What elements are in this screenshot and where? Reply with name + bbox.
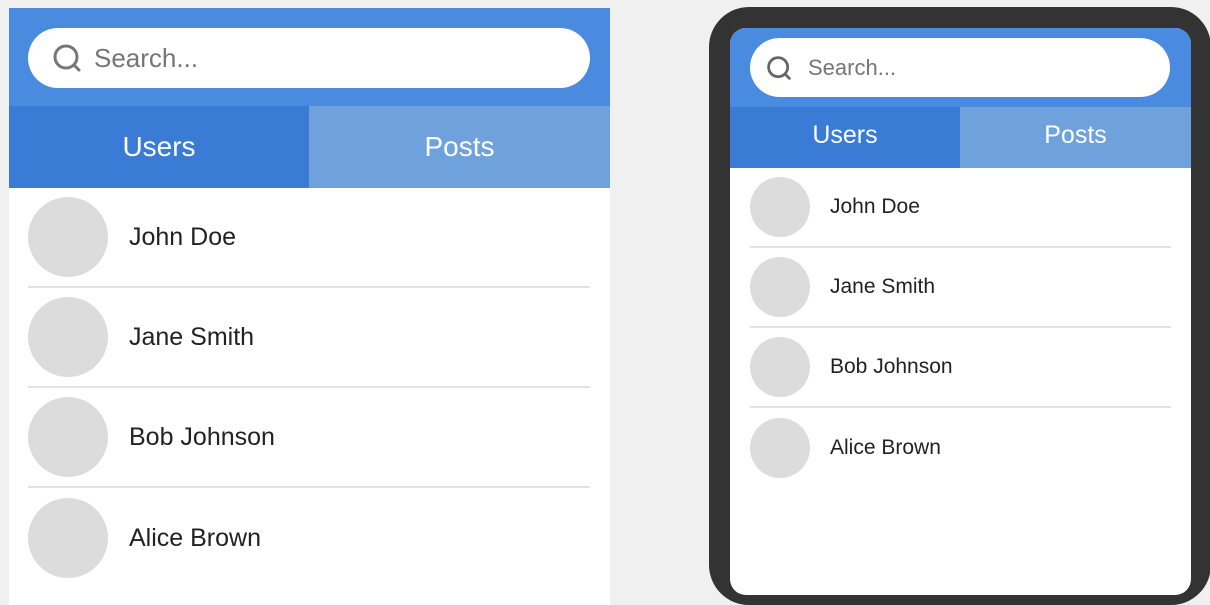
search-input[interactable] [808,54,1148,81]
user-name: Jane Smith [129,322,255,351]
list-item[interactable]: John Doe [28,188,590,288]
user-name: Jane Smith [830,275,936,298]
avatar [28,397,108,477]
phone-screen: Users Posts John Doe Jane Smith Bob John… [730,28,1191,595]
list-item[interactable]: Bob Johnson [750,328,1171,408]
avatar [750,337,810,397]
avatar [28,297,108,377]
app-header [730,28,1191,107]
user-name: John Doe [830,195,920,218]
avatar [28,197,108,277]
search-bar[interactable] [28,28,590,88]
tab-users[interactable]: Users [9,106,309,188]
user-name: Bob Johnson [129,422,275,451]
user-name: Alice Brown [830,436,941,459]
user-list: John Doe Jane Smith Bob Johnson Alice Br… [730,168,1191,488]
tab-bar: Users Posts [730,107,1191,168]
list-item[interactable]: Alice Brown [750,408,1171,488]
user-list: John Doe Jane Smith Bob Johnson Alice Br… [9,188,610,588]
tab-bar: Users Posts [9,106,610,188]
avatar [28,498,108,578]
phone-frame: Users Posts John Doe Jane Smith Bob John… [709,7,1210,605]
avatar [750,257,810,317]
user-name: Bob Johnson [830,355,953,378]
user-name: Alice Brown [129,523,261,552]
search-input[interactable] [94,42,534,74]
user-name: John Doe [129,222,237,251]
tab-posts[interactable]: Posts [309,106,610,188]
list-item[interactable]: Alice Brown [28,488,590,588]
tab-posts[interactable]: Posts [960,107,1191,168]
list-item[interactable]: Jane Smith [750,248,1171,328]
stage: Users Posts John Doe Jane Smith Bob John… [0,0,1210,605]
list-item[interactable]: Jane Smith [28,288,590,388]
list-item[interactable]: Bob Johnson [28,388,590,488]
tab-users[interactable]: Users [730,107,960,168]
search-bar[interactable] [750,38,1170,97]
desktop-app-view: Users Posts John Doe Jane Smith Bob John… [9,8,610,605]
avatar [750,177,810,237]
search-icon [767,55,791,80]
app-header [9,8,610,106]
avatar [750,418,810,478]
search-icon [53,44,81,72]
list-item[interactable]: John Doe [750,168,1171,248]
